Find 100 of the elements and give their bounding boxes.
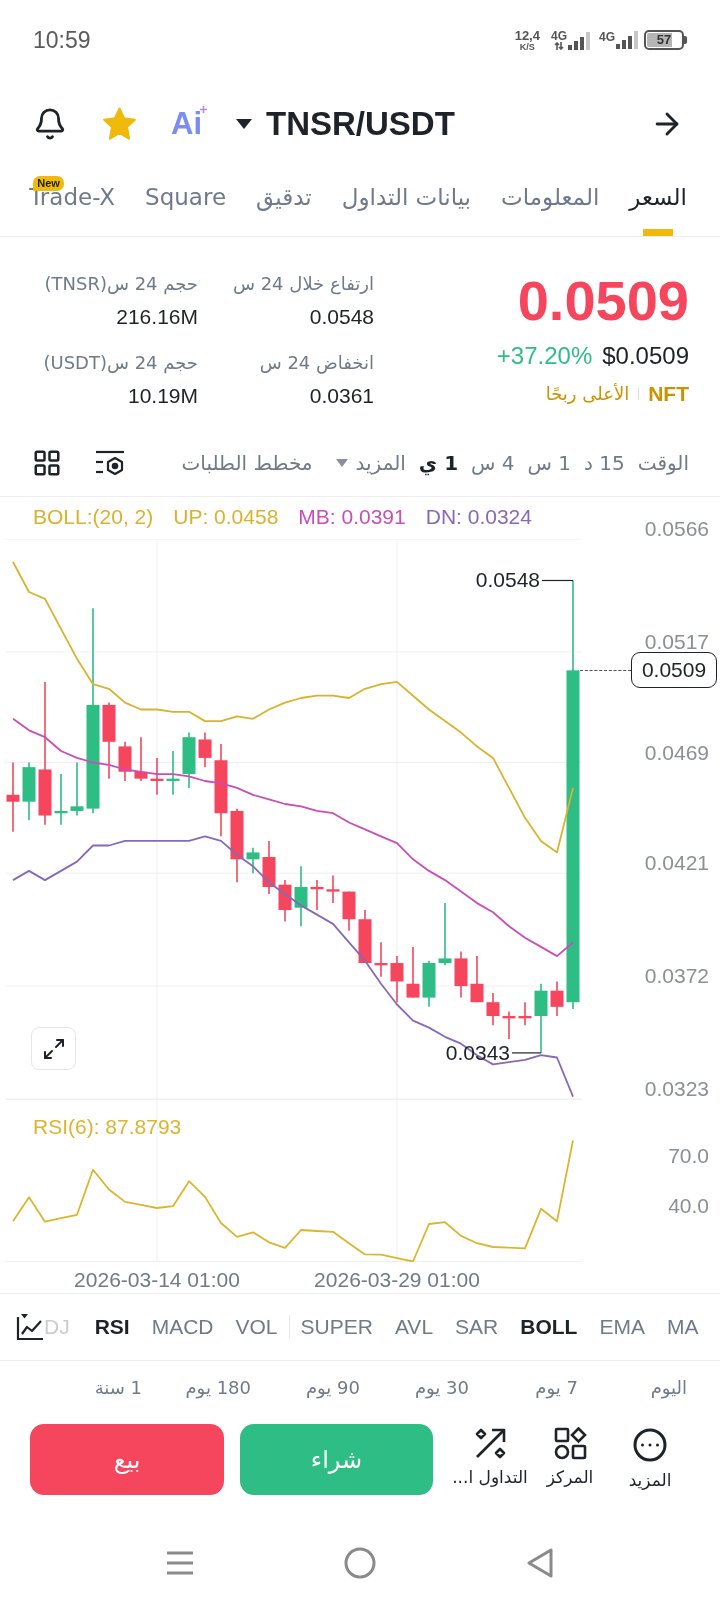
candlestick xyxy=(406,946,420,999)
date-label: 2026-03-29 01:00 xyxy=(314,1268,480,1292)
candlestick xyxy=(118,741,132,782)
date-label: 2026-03-14 01:00 xyxy=(74,1268,240,1292)
depth-chart-tab[interactable]: مخطط الطلبات xyxy=(181,449,313,477)
last-price-tag: 0.0509 xyxy=(631,652,717,689)
line-chart-icon[interactable] xyxy=(16,1313,44,1341)
category-tag[interactable]: NFT xyxy=(648,381,689,407)
candlestick xyxy=(134,736,148,782)
tab[interactable]: تدقيق xyxy=(256,168,312,236)
timeframe-tab[interactable]: 1 س xyxy=(527,449,572,477)
tab[interactable]: السعر xyxy=(629,168,687,236)
candlestick xyxy=(422,959,436,1008)
axis-label: 40.0 xyxy=(668,1193,709,1218)
axis-label: 0.0323 xyxy=(644,1077,709,1101)
axis-label: 0.0517 xyxy=(644,629,709,654)
tab[interactable]: المعلومات xyxy=(501,168,600,236)
axis-label: 0.0421 xyxy=(644,851,709,876)
candlestick xyxy=(470,955,484,1003)
leader-line xyxy=(541,579,574,582)
tab[interactable]: Square xyxy=(145,168,227,236)
sparkle-icon xyxy=(200,106,207,113)
timeframe-tab[interactable]: 4 س xyxy=(471,449,515,477)
candlestick xyxy=(454,950,468,999)
candlestick xyxy=(438,902,452,967)
candlestick xyxy=(358,909,372,964)
axis-label: 70.0 xyxy=(668,1143,709,1168)
leader-line xyxy=(511,1052,542,1054)
candlestick xyxy=(246,847,260,874)
indicator-tab[interactable]: SAR xyxy=(455,1313,499,1341)
star-icon[interactable] xyxy=(102,107,137,141)
shortcut-button[interactable]: المركز xyxy=(530,1424,610,1492)
indicator-tab[interactable]: VOL xyxy=(235,1313,278,1341)
candlestick xyxy=(198,731,212,768)
indicator-legend-text: DN: 0.0324 xyxy=(425,505,532,529)
network-type-text: 4G xyxy=(599,31,615,43)
menu-icon[interactable] xyxy=(167,1550,193,1576)
candlestick xyxy=(390,955,404,1003)
axis-label: 0.0372 xyxy=(644,964,709,989)
shortcut-button[interactable]: المزيد xyxy=(610,1424,690,1492)
indicator-tab[interactable]: BOLL xyxy=(520,1313,578,1341)
more-dropdown[interactable]: المزيد xyxy=(335,449,406,477)
candlestick xyxy=(342,890,356,932)
home-circle-icon[interactable] xyxy=(344,1547,376,1579)
candlestick xyxy=(182,731,196,789)
candlestick xyxy=(278,879,292,923)
stat-label: انخفاض 24 س xyxy=(259,351,374,376)
candlestick xyxy=(374,941,388,978)
tab[interactable]: بيانات التداول xyxy=(341,168,471,236)
shortcut-button[interactable]: التداول ا... xyxy=(450,1424,530,1492)
candlestick xyxy=(534,982,548,1054)
back-triangle-icon[interactable] xyxy=(527,1548,553,1578)
rsi-legend-text: RSI(6): 87.8793 xyxy=(33,1115,182,1139)
caret-icon xyxy=(236,119,252,129)
indicator-tab[interactable]: SUPER xyxy=(300,1313,373,1341)
stat-label: حجم 24 س(USDT) xyxy=(43,351,198,376)
period-label: 7 يوم xyxy=(535,1376,578,1401)
stat-label: حجم 24 س(TNSR) xyxy=(44,272,198,297)
indicator-tab[interactable]: MA xyxy=(666,1313,699,1341)
candlestick xyxy=(166,750,180,796)
grid-icon[interactable] xyxy=(32,448,62,478)
candlestick xyxy=(294,865,308,927)
data-arrows-icon xyxy=(553,42,564,50)
candlestick xyxy=(326,874,340,904)
stat-value: 0.0361 xyxy=(309,383,374,409)
signal-icon xyxy=(616,31,638,49)
expand-icon xyxy=(41,1036,66,1061)
high-price-label: 0.0548 xyxy=(475,568,540,592)
period-label: 180 يوم xyxy=(185,1376,251,1401)
timeframe-tab[interactable]: 15 د xyxy=(584,449,625,477)
indicator-tab[interactable]: RSI xyxy=(94,1313,130,1341)
shapes-icon xyxy=(553,1427,587,1460)
indicator-tab[interactable]: AVL xyxy=(394,1313,434,1341)
stat-label: ارتفاع خلال 24 س xyxy=(232,272,374,297)
price-change: +37.20% xyxy=(496,341,593,371)
sell-button[interactable]: بيع xyxy=(30,1424,224,1495)
timeframe-label: الوقت xyxy=(637,450,689,477)
tag-note: الأعلى ربحًا xyxy=(545,382,630,406)
bell-icon[interactable] xyxy=(33,107,67,141)
indicator-tab[interactable]: EMA xyxy=(599,1313,645,1341)
ai-button[interactable]: Ai xyxy=(171,105,207,143)
candlestick xyxy=(54,773,68,826)
candlestick xyxy=(150,757,164,796)
candlestick xyxy=(550,980,564,1017)
usd-price: $0.0509 xyxy=(602,341,689,371)
period-label: اليوم xyxy=(650,1376,687,1401)
signal-icon xyxy=(568,32,590,50)
period-label: 30 يوم xyxy=(414,1376,469,1401)
indicator-legend-text: UP: 0.0458 xyxy=(173,505,279,529)
pair-selector[interactable]: TNSR/USDT xyxy=(236,104,455,144)
candlestick xyxy=(486,992,500,1027)
network-speed-text: 12,4 xyxy=(514,28,540,42)
settings-icon[interactable] xyxy=(95,449,125,477)
more-icon xyxy=(632,1427,668,1463)
buy-button[interactable]: شراء xyxy=(240,1424,433,1495)
axis-label: 0.0469 xyxy=(644,740,709,765)
expand-button[interactable] xyxy=(31,1027,76,1070)
indicator-tab[interactable]: MACD xyxy=(151,1313,214,1341)
stat-value: 216.16M xyxy=(116,304,198,330)
timeframe-tab[interactable]: 1 ي xyxy=(418,449,459,477)
